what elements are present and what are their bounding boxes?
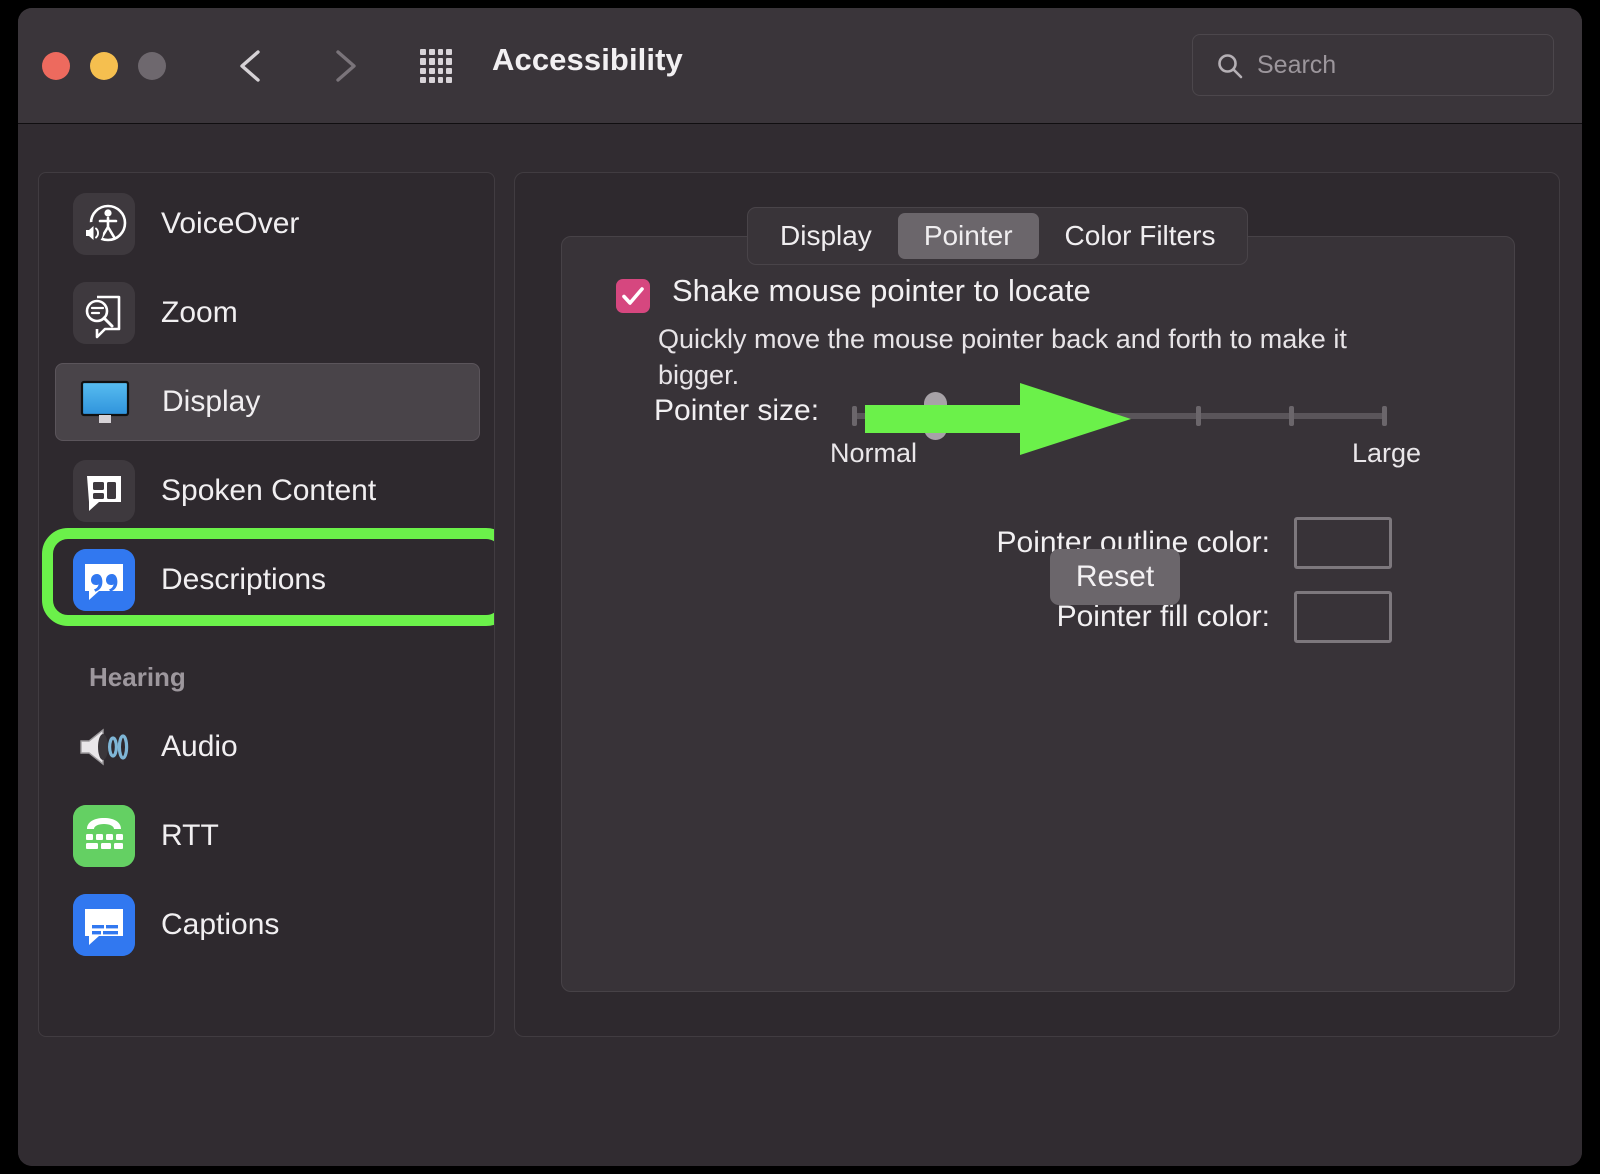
pointer-size-slider[interactable] [852, 413, 1387, 419]
sidebar-item-descriptions[interactable]: Descriptions [55, 541, 480, 619]
minimize-window-button[interactable] [90, 52, 118, 80]
pointer-settings-pane: Shake mouse pointer to locate Quickly mo… [561, 236, 1515, 992]
search-field[interactable] [1192, 34, 1554, 96]
window-toolbar: Accessibility [18, 8, 1582, 124]
reset-button[interactable]: Reset [1050, 549, 1180, 605]
slider-knob[interactable] [924, 392, 947, 440]
grid-view-icon[interactable] [414, 46, 458, 86]
slider-min-label: Normal [830, 438, 917, 469]
pointer-fill-color-row: Pointer fill color: [562, 591, 1392, 643]
sidebar-group-header: Hearing [89, 662, 186, 693]
tab-pointer[interactable]: Pointer [898, 213, 1039, 259]
slider-tick [1196, 406, 1201, 426]
pointer-outline-color-row: Pointer outline color: [562, 517, 1392, 569]
sidebar-item-audio[interactable]: Audio [55, 708, 480, 786]
sidebar-item-zoom[interactable]: Zoom [55, 274, 480, 352]
chevron-right-icon[interactable] [320, 42, 366, 90]
sidebar-item-display[interactable]: Display [55, 363, 480, 441]
sidebar-item-rtt[interactable]: RTT [55, 797, 480, 875]
sidebar-item-label: Spoken Content [161, 474, 376, 508]
sidebar-item-label: VoiceOver [161, 207, 299, 241]
close-window-button[interactable] [42, 52, 70, 80]
sidebar: VoiceOver Zoom [38, 172, 495, 1037]
display-icon [74, 371, 136, 433]
shake-pointer-label: Shake mouse pointer to locate [672, 273, 1091, 309]
pointer-size-label: Pointer size: [654, 394, 819, 428]
settings-window: Accessibility [18, 8, 1582, 1166]
tab-color-filters[interactable]: Color Filters [1039, 213, 1242, 259]
sidebar-item-label: Descriptions [161, 563, 326, 597]
maximize-window-button[interactable] [138, 52, 166, 80]
slider-tick [852, 406, 857, 426]
pointer-fill-color-label: Pointer fill color: [1057, 600, 1270, 634]
pointer-fill-color-well[interactable] [1294, 591, 1392, 643]
preferences-body: VoiceOver Zoom [18, 125, 1582, 1166]
pointer-outline-color-well[interactable] [1294, 517, 1392, 569]
slider-tick [1382, 406, 1387, 426]
descriptions-icon [73, 549, 135, 611]
shake-pointer-description: Quickly move the mouse pointer back and … [658, 321, 1358, 393]
chevron-left-icon[interactable] [230, 42, 276, 90]
zoom-icon [73, 282, 135, 344]
rtt-icon [73, 805, 135, 867]
sidebar-item-label: Display [162, 385, 260, 419]
search-input[interactable] [1257, 35, 1537, 95]
spoken-content-icon [73, 460, 135, 522]
sidebar-item-voiceover[interactable]: VoiceOver [55, 185, 480, 263]
sidebar-item-label: Captions [161, 908, 279, 942]
sidebar-item-captions[interactable]: Captions [55, 886, 480, 964]
tab-bar: Display Pointer Color Filters [747, 207, 1248, 265]
voiceover-icon [73, 193, 135, 255]
page-title: Accessibility [492, 42, 683, 78]
sidebar-item-label: Zoom [161, 296, 238, 330]
sidebar-item-label: RTT [161, 819, 219, 853]
sidebar-item-spoken-content[interactable]: Spoken Content [55, 452, 480, 530]
tab-display[interactable]: Display [754, 213, 898, 259]
sidebar-item-label: Audio [161, 730, 238, 764]
slider-tick [1289, 406, 1294, 426]
captions-icon [73, 894, 135, 956]
shake-pointer-row[interactable]: Shake mouse pointer to locate [616, 273, 1091, 313]
audio-icon [73, 716, 135, 778]
content-panel: Display Pointer Color Filters Shake mous… [514, 172, 1560, 1037]
slider-max-label: Large [1352, 438, 1421, 469]
shake-pointer-checkbox[interactable] [616, 279, 650, 313]
search-icon [1215, 51, 1245, 81]
slider-tick [1071, 406, 1076, 426]
